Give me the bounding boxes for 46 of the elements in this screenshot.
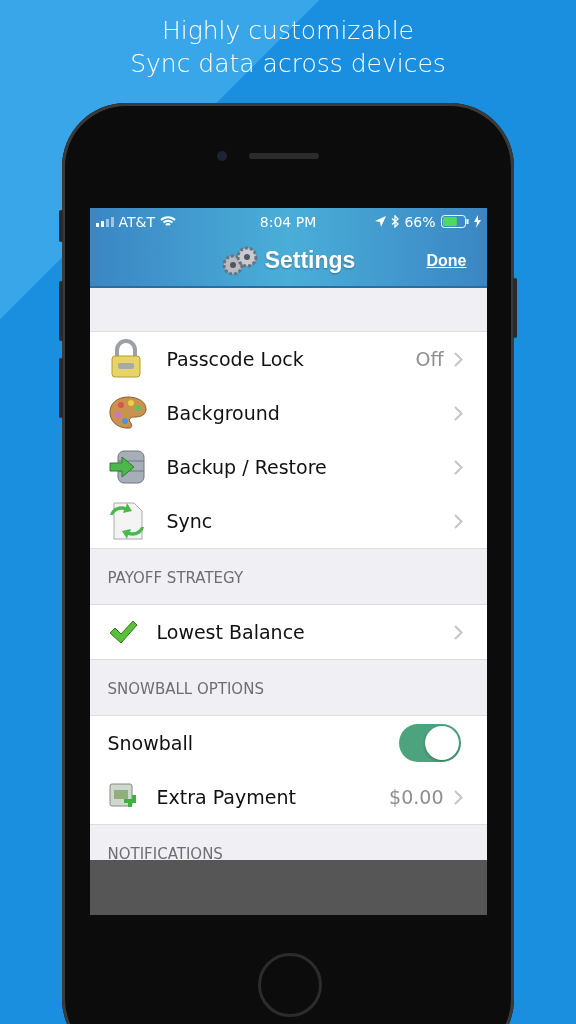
chevron-icon <box>453 351 463 367</box>
signal-icon <box>95 216 114 227</box>
row-label: Extra Payment <box>156 786 297 808</box>
row-label: Snowball <box>107 732 195 754</box>
row-label: Sync <box>166 510 214 532</box>
settings-row[interactable]: Snowball <box>89 716 487 770</box>
chevron-icon <box>453 459 463 475</box>
settings-row[interactable]: Background <box>89 386 487 440</box>
bluetooth-icon <box>391 215 400 228</box>
settings-row[interactable]: Backup / Restore <box>89 440 487 494</box>
gears-icon <box>220 244 259 277</box>
toggle-switch[interactable] <box>398 724 461 762</box>
database-arrow-icon <box>107 447 148 487</box>
settings-row[interactable]: Extra Payment $0.00 <box>89 770 487 824</box>
row-label: Backup / Restore <box>166 456 328 478</box>
speaker-grille <box>249 152 319 159</box>
settings-row[interactable]: Sync <box>89 494 487 548</box>
screen-title: Settings <box>264 247 356 274</box>
battery-icon <box>440 215 469 228</box>
section-header: NOTIFICATIONS <box>107 844 223 863</box>
battery-percent: 66% <box>404 213 436 230</box>
row-label: Lowest Balance <box>156 621 306 643</box>
carrier-text: AT&T <box>118 213 155 230</box>
row-value: Off <box>415 348 444 370</box>
settings-row[interactable]: Lowest Balance <box>89 605 487 659</box>
section-header: PAYOFF STRATEGY <box>107 568 244 587</box>
chevron-icon <box>453 789 463 805</box>
checkmark-icon <box>107 619 138 645</box>
camera-lens <box>217 150 227 161</box>
chevron-icon <box>453 405 463 421</box>
row-label: Background <box>166 402 281 424</box>
location-arrow-icon <box>375 216 387 227</box>
chevron-icon <box>453 624 463 640</box>
palette-icon <box>107 395 148 431</box>
wifi-icon <box>160 215 176 228</box>
headline-text: Sync data across devices <box>130 48 446 80</box>
row-label: Passcode Lock <box>166 348 305 370</box>
row-value: $0.00 <box>389 786 444 808</box>
charging-bolt-icon <box>473 215 481 228</box>
clock-text: 8:04 PM <box>259 213 317 230</box>
sync-document-icon <box>107 501 146 541</box>
chevron-icon <box>453 513 463 529</box>
section-header: SNOWBALL OPTIONS <box>107 679 264 698</box>
settings-row[interactable]: Passcode Lock Off <box>89 332 487 386</box>
headline-text: Highly customizable <box>162 15 414 47</box>
done-link[interactable]: Done <box>426 251 467 270</box>
